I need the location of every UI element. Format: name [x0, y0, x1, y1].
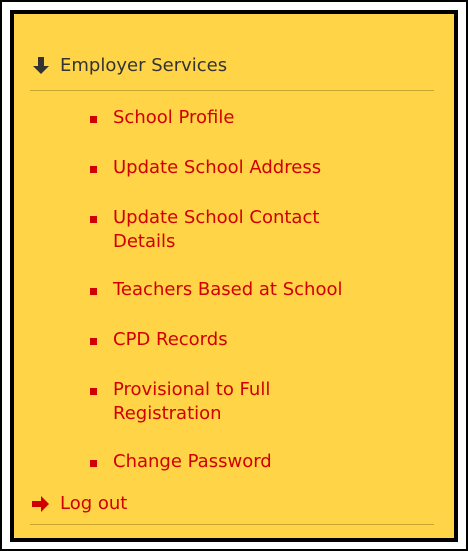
- employer-services-header[interactable]: Employer Services: [30, 54, 434, 91]
- square-bullet-icon: [90, 166, 97, 173]
- logout-link[interactable]: Log out: [30, 492, 434, 525]
- menu-item-teachers-based-at-school[interactable]: Teachers Based at School: [90, 278, 342, 302]
- menu-item-school-profile[interactable]: School Profile: [90, 106, 234, 130]
- arrow-down-icon: [33, 57, 49, 74]
- page-frame: Employer Services School Profile Update …: [0, 0, 468, 551]
- menu-item-change-password[interactable]: Change Password: [90, 450, 272, 474]
- section-title: Employer Services: [60, 55, 228, 76]
- menu-item-label[interactable]: Update School Contact Details: [113, 206, 319, 254]
- menu-item-label[interactable]: Teachers Based at School: [113, 278, 342, 302]
- menu-item-update-school-address[interactable]: Update School Address: [90, 156, 321, 180]
- menu-item-cpd-records[interactable]: CPD Records: [90, 328, 228, 352]
- arrow-right-icon: [32, 496, 49, 512]
- menu-item-label[interactable]: Provisional to Full Registration: [113, 378, 270, 426]
- square-bullet-icon: [90, 460, 97, 467]
- square-bullet-icon: [90, 116, 97, 123]
- menu-item-provisional-to-full-registration[interactable]: Provisional to Full Registration: [90, 378, 270, 426]
- menu-item-label[interactable]: Update School Address: [113, 156, 321, 180]
- square-bullet-icon: [90, 338, 97, 345]
- square-bullet-icon: [90, 216, 97, 223]
- square-bullet-icon: [90, 388, 97, 395]
- menu-item-update-school-contact-details[interactable]: Update School Contact Details: [90, 206, 319, 254]
- menu-item-label[interactable]: School Profile: [113, 106, 234, 130]
- nav-panel: Employer Services School Profile Update …: [10, 10, 458, 542]
- menu-item-label[interactable]: CPD Records: [113, 328, 228, 352]
- logout-label[interactable]: Log out: [60, 492, 127, 516]
- menu-item-label[interactable]: Change Password: [113, 450, 272, 474]
- square-bullet-icon: [90, 288, 97, 295]
